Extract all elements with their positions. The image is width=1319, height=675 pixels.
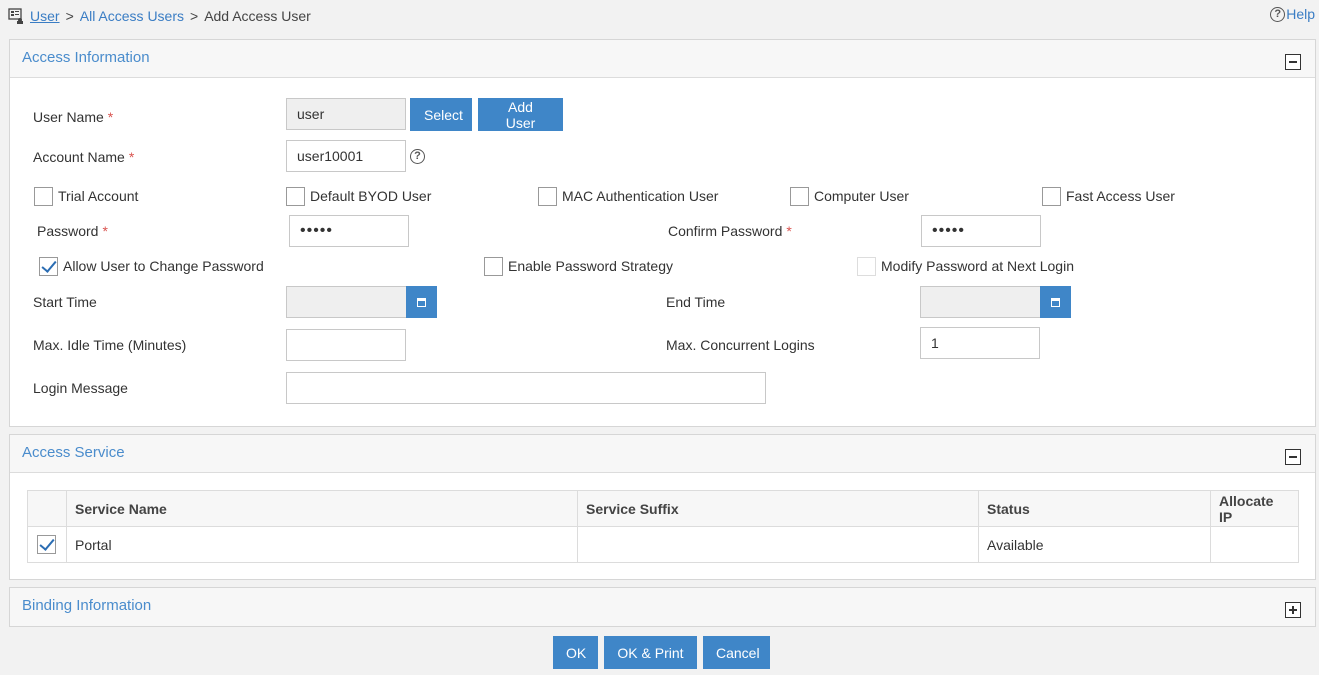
row-select-checkbox[interactable] (37, 535, 56, 554)
cancel-button[interactable]: Cancel (703, 636, 770, 669)
breadcrumb-separator: > (65, 8, 74, 24)
service-name-cell: Portal (66, 526, 578, 563)
panel-title: Access Service (22, 444, 125, 461)
service-suffix-cell (577, 526, 979, 563)
column-header-service-suffix[interactable]: Service Suffix (577, 490, 979, 527)
column-header-service-name[interactable]: Service Name (66, 490, 578, 527)
fast-access-user-label: Fast Access User (1066, 188, 1175, 204)
breadcrumb-current: Add Access User (204, 8, 311, 24)
column-header-status[interactable]: Status (978, 490, 1211, 527)
row-select-cell (27, 526, 67, 563)
computer-user-label: Computer User (814, 188, 909, 204)
help-link[interactable]: ? Help (1270, 6, 1315, 22)
collapse-icon[interactable] (1285, 54, 1301, 70)
confirm-password-input[interactable] (921, 215, 1041, 247)
computer-user-checkbox[interactable] (790, 187, 809, 206)
modify-password-next-login-checkbox[interactable] (857, 257, 876, 276)
table-header-row: Service Name Service Suffix Status Alloc… (27, 490, 1299, 527)
password-input[interactable] (289, 215, 409, 247)
status-cell: Available (978, 526, 1211, 563)
modify-password-next-login-label: Modify Password at Next Login (881, 258, 1074, 274)
ok-print-button[interactable]: OK & Print (604, 636, 697, 669)
mac-authentication-user-checkbox[interactable] (538, 187, 557, 206)
allocate-ip-cell (1210, 526, 1299, 563)
account-name-label: Account Name * (33, 149, 135, 165)
enable-password-strategy-checkbox[interactable] (484, 257, 503, 276)
max-idle-time-label: Max. Idle Time (Minutes) (33, 337, 187, 353)
end-time-label: End Time (666, 294, 726, 310)
max-concurrent-logins-input[interactable] (920, 327, 1040, 359)
select-button[interactable]: Select (410, 98, 472, 131)
login-message-input[interactable] (286, 372, 766, 404)
default-byod-user-label: Default BYOD User (310, 188, 432, 204)
access-information-panel: Access Information User Name* Select Add… (9, 39, 1316, 427)
trial-account-checkbox[interactable] (34, 187, 53, 206)
breadcrumb-user-link[interactable]: User (30, 8, 60, 24)
password-label: Password * (37, 223, 108, 239)
ok-button[interactable]: OK (553, 636, 598, 669)
access-service-panel: Access Service Service Name Service Suff… (9, 434, 1316, 580)
allow-change-password-label: Allow User to Change Password (63, 258, 264, 274)
account-name-input[interactable] (286, 140, 406, 172)
help-label: Help (1286, 6, 1315, 22)
column-header-allocate-ip[interactable]: Allocate IP (1210, 490, 1299, 527)
access-service-table: Service Name Service Suffix Status Alloc… (27, 490, 1299, 563)
select-column-header (27, 490, 67, 527)
table-row: Portal Available (27, 526, 1299, 563)
breadcrumb-all-users-link[interactable]: All Access Users (80, 8, 184, 24)
default-byod-user-checkbox[interactable] (286, 187, 305, 206)
breadcrumb: User > All Access Users > Add Access Use… (8, 6, 311, 26)
end-time-calendar-button[interactable] (1040, 286, 1071, 318)
start-time-label: Start Time (33, 294, 97, 310)
user-list-icon (8, 8, 23, 24)
access-information-header: Access Information (10, 40, 1315, 78)
mac-authentication-user-label: MAC Authentication User (562, 188, 719, 204)
max-idle-time-input[interactable] (286, 329, 406, 361)
calendar-icon (417, 297, 426, 307)
confirm-password-label: Confirm Password * (668, 223, 792, 239)
end-time-input[interactable] (920, 286, 1041, 318)
calendar-icon (1051, 297, 1060, 307)
fast-access-user-checkbox[interactable] (1042, 187, 1061, 206)
start-time-calendar-button[interactable] (406, 286, 437, 318)
binding-information-header: Binding Information (10, 588, 1315, 626)
binding-information-panel: Binding Information (9, 587, 1316, 627)
breadcrumb-separator: > (190, 8, 199, 24)
max-concurrent-logins-label: Max. Concurrent Logins (666, 337, 815, 353)
enable-password-strategy-label: Enable Password Strategy (508, 258, 673, 274)
trial-account-label: Trial Account (58, 188, 139, 204)
user-name-input[interactable] (286, 98, 406, 130)
allow-change-password-checkbox[interactable] (39, 257, 58, 276)
login-message-label: Login Message (33, 380, 128, 396)
panel-title: Binding Information (22, 597, 152, 614)
collapse-icon[interactable] (1285, 449, 1301, 465)
panel-title: Access Information (22, 49, 150, 66)
start-time-input[interactable] (286, 286, 407, 318)
user-name-label: User Name * (33, 109, 114, 125)
access-service-header: Access Service (10, 435, 1315, 473)
add-user-button[interactable]: Add User (478, 98, 563, 131)
question-circle-icon: ? (1270, 6, 1286, 22)
question-circle-icon[interactable]: ? (410, 149, 425, 164)
expand-icon[interactable] (1285, 602, 1301, 618)
